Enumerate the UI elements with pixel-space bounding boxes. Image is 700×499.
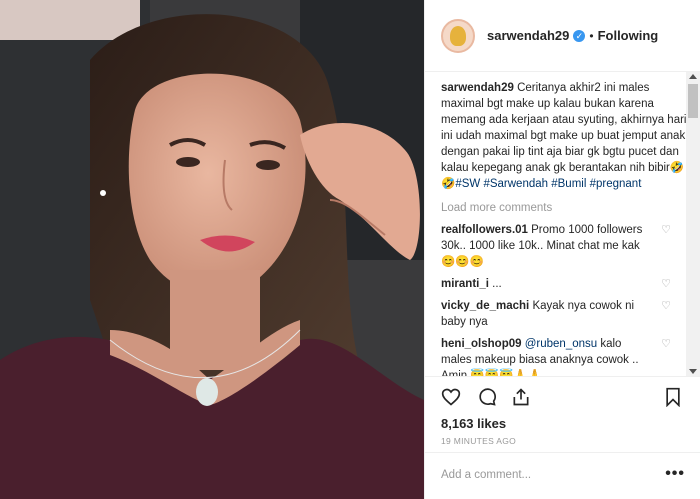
comment-like-heart-icon[interactable]: ♡: [655, 276, 671, 292]
comment-row: realfollowers.01 Promo 1000 followers 30…: [441, 222, 687, 270]
comment-username[interactable]: vicky_de_machi: [441, 300, 529, 312]
hashtag[interactable]: #Bumil: [551, 178, 586, 190]
likes-count[interactable]: 8,163 likes: [441, 416, 506, 431]
comment-like-heart-icon[interactable]: ♡: [655, 298, 671, 330]
following-button[interactable]: Following: [598, 28, 659, 43]
bookmark-icon[interactable]: [663, 387, 683, 407]
comment-username[interactable]: heni_olshop09: [441, 338, 522, 350]
load-more-comments[interactable]: Load more comments: [441, 200, 687, 216]
add-comment-input[interactable]: Add a comment...: [441, 469, 531, 481]
comment-icon[interactable]: [477, 387, 497, 407]
action-bar: [425, 376, 700, 417]
add-comment-bar: Add a comment... •••: [425, 452, 700, 498]
post-sidebar: sarwendah29 ✓ • Following sarwendah29 Ce…: [424, 0, 700, 499]
comment-like-heart-icon[interactable]: ♡: [655, 222, 671, 270]
scrollbar-thumb[interactable]: [688, 84, 698, 118]
comment-username[interactable]: miranti_i: [441, 278, 489, 290]
comments-scrollbar[interactable]: [686, 72, 700, 376]
comment-like-heart-icon[interactable]: ♡: [655, 336, 671, 376]
hashtag[interactable]: #pregnant: [590, 178, 642, 190]
hashtag[interactable]: #Sarwendah: [483, 178, 548, 190]
more-options-icon[interactable]: •••: [665, 465, 685, 483]
avatar[interactable]: [441, 18, 475, 53]
share-icon[interactable]: [511, 387, 531, 407]
comment-row: vicky_de_machi Kayak nya cowok ni baby n…: [441, 298, 687, 330]
post-photo[interactable]: [0, 0, 424, 499]
comment-text: ...: [492, 278, 502, 290]
comment-username[interactable]: realfollowers.01: [441, 224, 528, 236]
caption-username[interactable]: sarwendah29: [441, 82, 514, 94]
verified-badge-icon: ✓: [573, 29, 586, 42]
comments-list: sarwendah29 Ceritanya akhir2 ini males m…: [425, 72, 687, 376]
post-header: sarwendah29 ✓ • Following: [425, 0, 700, 72]
caption: sarwendah29 Ceritanya akhir2 ini males m…: [441, 80, 687, 192]
comment-mention[interactable]: @ruben_onsu: [525, 338, 597, 350]
caption-text: Ceritanya akhir2 ini males maximal bgt m…: [441, 82, 687, 174]
post-timestamp[interactable]: 19 MINUTES AGO: [441, 436, 516, 446]
comment-row: miranti_i ... ♡: [441, 276, 687, 292]
comment-row: heni_olshop09 @ruben_onsu kalo males mak…: [441, 336, 687, 376]
hashtag[interactable]: #SW: [455, 178, 480, 190]
header-username[interactable]: sarwendah29: [487, 28, 569, 43]
heart-icon[interactable]: [441, 387, 461, 407]
scroll-up-arrow-icon[interactable]: [689, 74, 697, 79]
separator-dot: •: [589, 28, 594, 43]
scroll-down-arrow-icon[interactable]: [689, 369, 697, 374]
